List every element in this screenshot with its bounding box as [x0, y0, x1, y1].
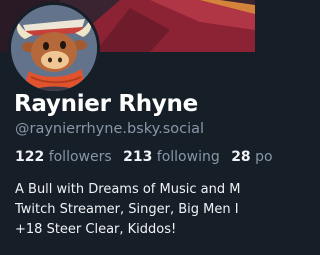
bio-line: A Bull with Dreams of Music and M [15, 182, 241, 197]
bio-line: Twitch Streamer, Singer, Big Men I [15, 202, 239, 217]
avatar[interactable] [8, 2, 100, 94]
following-label: following [156, 149, 220, 165]
followers-label: followers [48, 149, 112, 165]
posts-stat: 28 po [231, 149, 272, 165]
bio-line: +18 Steer Clear, Kiddos! [15, 222, 177, 237]
display-name: Raynier Rhyne [14, 91, 198, 117]
profile-stats: 122 followers 213 following 28 po [15, 149, 280, 165]
followers-stat[interactable]: 122 followers [15, 149, 112, 165]
posts-label: po [255, 149, 273, 165]
bull-character-avatar [11, 5, 97, 91]
handle: @raynierrhyne.bsky.social [15, 121, 205, 137]
followers-count: 122 [15, 149, 45, 165]
profile-bio: A Bull with Dreams of Music and M Twitch… [15, 180, 240, 240]
following-stat[interactable]: 213 following [123, 149, 220, 165]
following-count: 213 [123, 149, 153, 165]
posts-count: 28 [231, 149, 251, 165]
